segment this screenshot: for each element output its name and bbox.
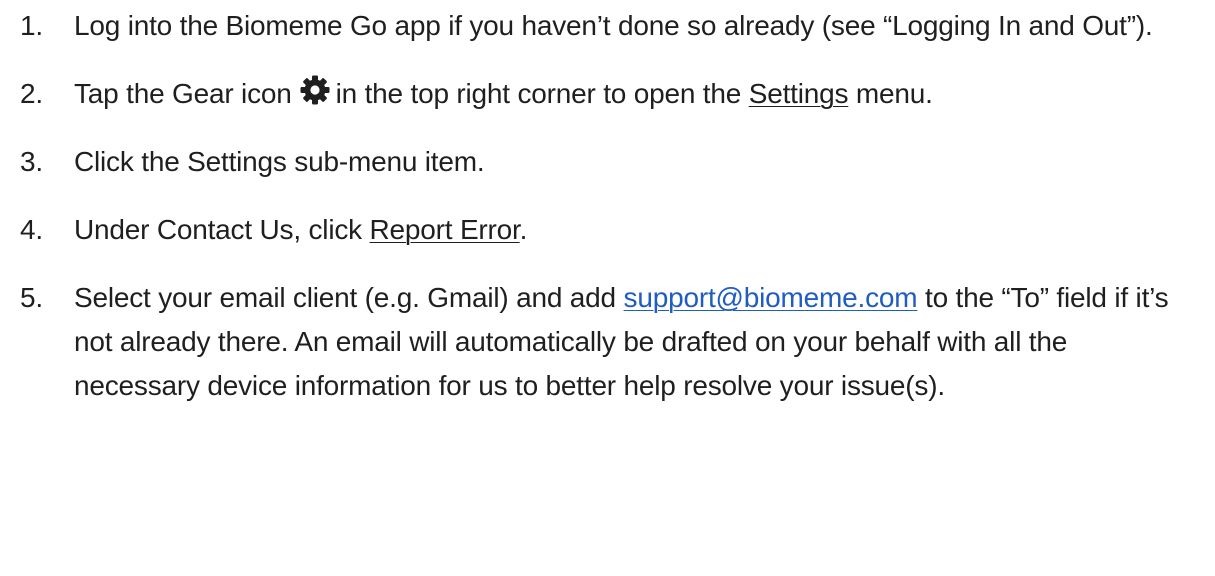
step-3: 3. Click the Settings sub-menu item. — [20, 140, 1205, 184]
step-text: Log into the Biomeme Go app if you haven… — [74, 10, 1153, 41]
step-text-part: menu. — [855, 78, 933, 109]
step-text-part: Tap the Gear icon — [74, 78, 292, 109]
step-text-part: . — [519, 214, 528, 245]
gear-icon — [300, 75, 330, 105]
step-text-part: Under Contact Us, click — [74, 214, 362, 245]
step-number: 3. — [20, 146, 43, 177]
step-1: 1. Log into the Biomeme Go app if you ha… — [20, 4, 1205, 48]
step-number: 4. — [20, 214, 43, 245]
step-text-part: in the top right corner to open the — [335, 78, 742, 109]
step-number: 1. — [20, 10, 43, 41]
step-number: 5. — [20, 282, 43, 313]
step-number: 2. — [20, 78, 43, 109]
step-text-part: Select your email client (e.g. Gmail) an… — [74, 282, 616, 313]
step-2: 2. Tap the Gear icon in the top right co… — [20, 72, 1205, 116]
report-error-reference: Report Error — [369, 214, 520, 245]
step-5: 5. Select your email client (e.g. Gmail)… — [20, 276, 1205, 408]
support-email-link[interactable]: support@biomeme.com — [624, 282, 918, 313]
step-text: Click the Settings sub-menu item. — [74, 146, 485, 177]
settings-menu-reference: Settings — [748, 78, 849, 109]
step-text: Tap the Gear icon in the top right corne… — [74, 72, 1205, 116]
instruction-steps: 1. Log into the Biomeme Go app if you ha… — [20, 4, 1205, 432]
step-text: Select your email client (e.g. Gmail) an… — [74, 276, 1205, 408]
step-text: Under Contact Us, click Report Error. — [74, 208, 1205, 252]
step-4: 4. Under Contact Us, click Report Error. — [20, 208, 1205, 252]
